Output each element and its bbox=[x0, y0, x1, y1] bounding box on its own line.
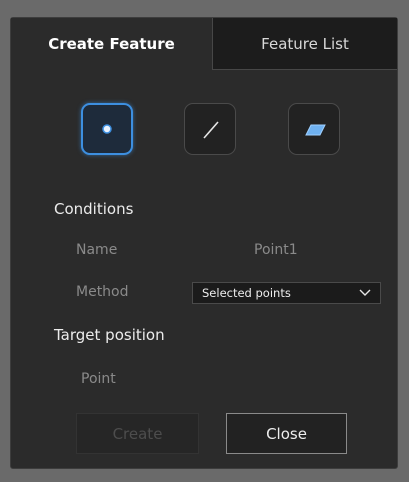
create-feature-dialog: Create Feature Feature List Conditions N… bbox=[10, 17, 398, 469]
name-label: Name bbox=[76, 242, 118, 258]
chevron-down-icon bbox=[359, 289, 371, 296]
tab-feature-list[interactable]: Feature List bbox=[212, 18, 397, 70]
create-button[interactable]: Create bbox=[76, 413, 199, 454]
tab-bar: Create Feature Feature List bbox=[11, 18, 397, 70]
point-icon bbox=[102, 124, 112, 134]
tab-create-feature[interactable]: Create Feature bbox=[11, 18, 212, 70]
target-position-heading: Target position bbox=[54, 326, 165, 344]
plane-type-button[interactable] bbox=[288, 103, 340, 155]
plane-icon bbox=[305, 124, 326, 136]
line-type-button[interactable] bbox=[184, 103, 236, 155]
close-button[interactable]: Close bbox=[226, 413, 347, 454]
method-label: Method bbox=[76, 284, 129, 300]
point-type-button[interactable] bbox=[81, 103, 133, 155]
conditions-heading: Conditions bbox=[54, 200, 134, 218]
method-select[interactable]: Selected points bbox=[192, 282, 381, 304]
name-value: Point1 bbox=[254, 242, 298, 258]
point-label: Point bbox=[81, 371, 116, 387]
method-select-value: Selected points bbox=[202, 286, 291, 300]
line-icon bbox=[203, 121, 219, 139]
